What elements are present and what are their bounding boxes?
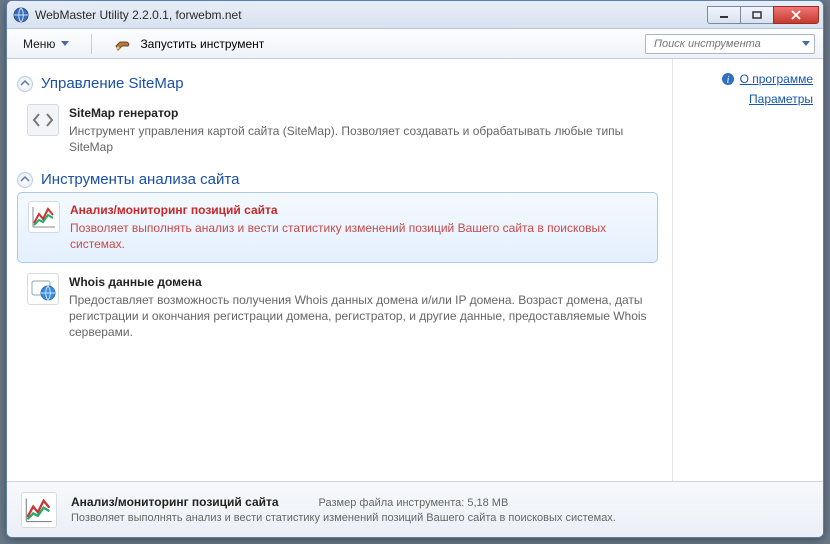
- window-title: WebMaster Utility 2.2.0.1, forwebm.net: [35, 8, 708, 22]
- svg-text:i: i: [726, 75, 729, 86]
- titlebar[interactable]: WebMaster Utility 2.2.0.1, forwebm.net: [7, 1, 823, 29]
- close-button[interactable]: [773, 6, 819, 24]
- maximize-button[interactable]: [740, 6, 774, 24]
- code-icon: [27, 104, 59, 136]
- tool-item-position-analysis[interactable]: Анализ/мониторинг позиций сайта Позволяе…: [17, 192, 658, 263]
- section-header-analysis[interactable]: Инструменты анализа сайта: [17, 167, 658, 190]
- window-buttons: [708, 6, 819, 24]
- right-sidebar: i О программе Параметры: [673, 59, 823, 481]
- toolbar-divider: [91, 34, 92, 54]
- status-bar: Анализ/мониторинг позиций сайта Размер ф…: [7, 481, 823, 537]
- menu-button[interactable]: Меню: [15, 34, 77, 54]
- tool-title: Whois данные домена: [69, 273, 648, 291]
- rocket-icon: [114, 36, 132, 52]
- tool-list: Управление SiteMap SiteMap генератор Инс…: [7, 59, 673, 481]
- settings-link[interactable]: Параметры: [681, 89, 813, 109]
- footer-desc: Позволяет выполнять анализ и вести стати…: [71, 512, 809, 524]
- app-window: WebMaster Utility 2.2.0.1, forwebm.net М…: [6, 0, 824, 538]
- section-header-sitemap[interactable]: Управление SiteMap: [17, 71, 658, 94]
- search-box[interactable]: [645, 34, 815, 54]
- chevron-down-icon: [61, 41, 69, 46]
- footer-file-size: Размер файла инструмента: 5,18 MB: [319, 497, 509, 509]
- info-icon: i: [721, 72, 735, 86]
- run-tool-button[interactable]: Запустить инструмент: [106, 33, 272, 55]
- tool-title: Анализ/мониторинг позиций сайта: [70, 201, 647, 219]
- chevron-down-icon[interactable]: [802, 41, 810, 46]
- menu-label: Меню: [23, 37, 55, 51]
- minimize-button[interactable]: [707, 6, 741, 24]
- collapse-icon[interactable]: [17, 172, 33, 188]
- whois-icon: [27, 273, 59, 305]
- collapse-icon[interactable]: [17, 76, 33, 92]
- toolbar: Меню Запустить инструмент: [7, 29, 823, 59]
- tool-desc: Предоставляет возможность получения Whoi…: [69, 292, 648, 340]
- run-label: Запустить инструмент: [140, 37, 264, 51]
- section-title: Инструменты анализа сайта: [41, 171, 239, 188]
- tool-item-sitemap-generator[interactable]: SiteMap генератор Инструмент управления …: [17, 96, 658, 165]
- chart-icon: [28, 201, 60, 233]
- section-title: Управление SiteMap: [41, 75, 184, 92]
- app-icon: [13, 7, 29, 23]
- tool-desc: Позволяет выполнять анализ и вести стати…: [70, 220, 647, 252]
- tool-title: SiteMap генератор: [69, 104, 648, 122]
- search-input[interactable]: [652, 37, 802, 51]
- tool-item-whois[interactable]: Whois данные домена Предоставляет возмож…: [17, 265, 658, 350]
- footer-title: Анализ/мониторинг позиций сайта: [71, 495, 279, 509]
- about-link[interactable]: О программе: [740, 69, 813, 89]
- tool-desc: Инструмент управления картой сайта (Site…: [69, 123, 648, 155]
- chart-icon: [21, 492, 57, 528]
